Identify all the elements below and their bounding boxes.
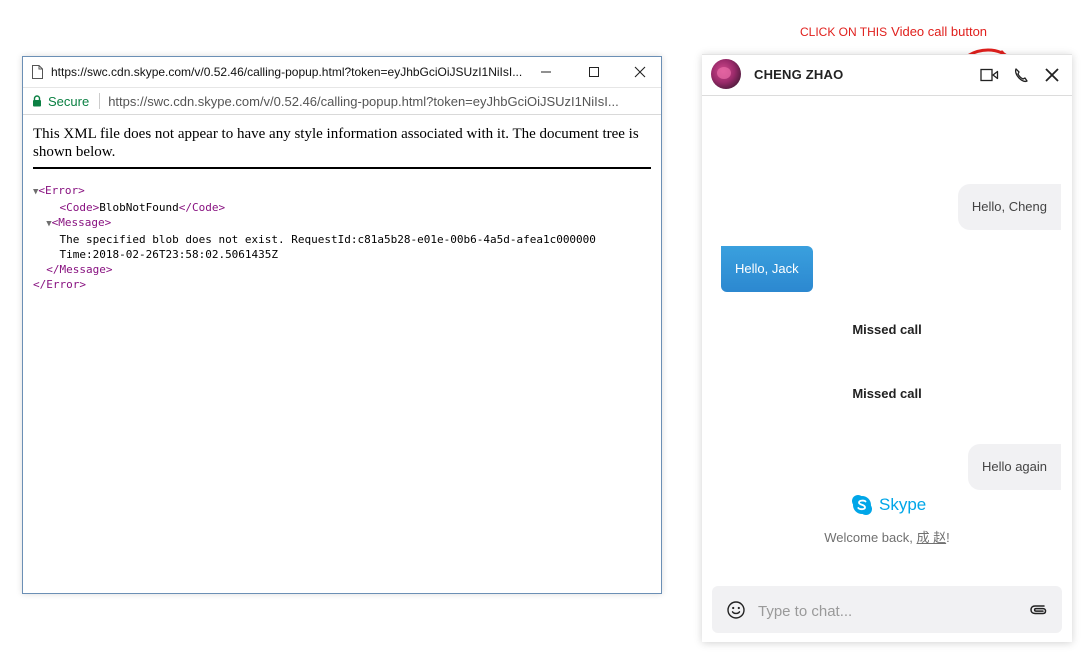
annotation-label: CLICK ON THIS Video call button <box>800 24 987 39</box>
paperclip-icon <box>1030 605 1047 615</box>
url-scheme-host: https://swc.cdn.skype.com <box>108 93 260 109</box>
url-text[interactable]: https://swc.cdn.skype.com/v/0.52.46/call… <box>108 94 656 109</box>
chat-header: CHENG ZHAO <box>702 55 1072 96</box>
skype-logo-icon <box>852 495 872 515</box>
video-call-button[interactable] <box>980 65 1000 85</box>
contact-name[interactable]: CHENG ZHAO <box>754 67 843 82</box>
xml-error-open: <Error> <box>38 184 85 197</box>
welcome-prefix: Welcome back, <box>824 530 917 545</box>
maximize-button[interactable] <box>571 57 617 87</box>
xml-code-open: <Code> <box>59 201 100 214</box>
address-separator <box>99 93 101 109</box>
xml-code-value: BlobNotFound <box>99 201 179 214</box>
smiley-icon <box>727 601 745 619</box>
minimize-button[interactable] <box>523 57 569 87</box>
missed-call-event: Missed call <box>852 322 922 337</box>
message-incoming[interactable]: Hello again <box>967 444 1061 490</box>
missed-call-event: Missed call <box>852 386 922 401</box>
xml-message-open: <Message> <box>51 216 112 229</box>
welcome-suffix: ! <box>946 530 950 545</box>
welcome-user-link[interactable]: 成 赵 <box>917 530 947 545</box>
xml-message-line1: The specified blob does not exist. Reque… <box>59 233 596 246</box>
message-outgoing[interactable]: Hello, Jack <box>721 246 813 292</box>
skype-brand: Skype <box>851 494 926 516</box>
window-titlebar[interactable]: https://swc.cdn.skype.com/v/0.52.46/call… <box>23 57 661 88</box>
close-icon <box>1045 68 1059 82</box>
close-chat-button[interactable] <box>1042 65 1062 85</box>
avatar[interactable] <box>711 59 741 89</box>
xml-message-line2: Time:2018-02-26T23:58:02.5061435Z <box>59 248 279 261</box>
chat-input[interactable] <box>756 596 1020 626</box>
skype-wordmark: Skype <box>879 495 927 514</box>
address-bar[interactable]: Secure https://swc.cdn.skype.com/v/0.52.… <box>23 88 661 115</box>
calling-popup-window: https://swc.cdn.skype.com/v/0.52.46/call… <box>22 56 662 594</box>
page-icon <box>32 65 43 79</box>
chat-composer <box>712 586 1062 633</box>
url-path: /v/0.52.46/calling-popup.html?token=eyJh… <box>259 93 619 109</box>
emoji-button[interactable] <box>726 600 746 620</box>
xml-style-notice: This XML file does not appear to have an… <box>33 125 651 169</box>
lock-icon <box>32 95 42 107</box>
video-camera-icon <box>980 68 999 82</box>
audio-call-button[interactable] <box>1011 65 1031 85</box>
close-window-button[interactable] <box>617 57 663 87</box>
xml-error-close: </Error> <box>33 278 86 291</box>
phone-icon <box>1014 68 1028 83</box>
window-title: https://swc.cdn.skype.com/v/0.52.46/call… <box>51 65 523 79</box>
xml-code-close: </Code> <box>178 201 226 214</box>
xml-message-close: </Message> <box>46 263 113 276</box>
xml-tree: ▼<Error> <Code>BlobNotFound</Code> ▼<Mes… <box>33 183 661 292</box>
chat-panel: CHENG ZHAO Hello, Cheng Hello, Jack Miss… <box>702 54 1072 642</box>
welcome-message: Welcome back, 成 赵! <box>702 527 1072 546</box>
message-incoming[interactable]: Hello, Cheng <box>957 184 1061 230</box>
annotation-text: CLICK ON THIS <box>800 25 888 39</box>
secure-label: Secure <box>48 93 90 109</box>
attach-file-button[interactable] <box>1028 601 1048 619</box>
annotation-tail: Video call button <box>891 24 988 39</box>
